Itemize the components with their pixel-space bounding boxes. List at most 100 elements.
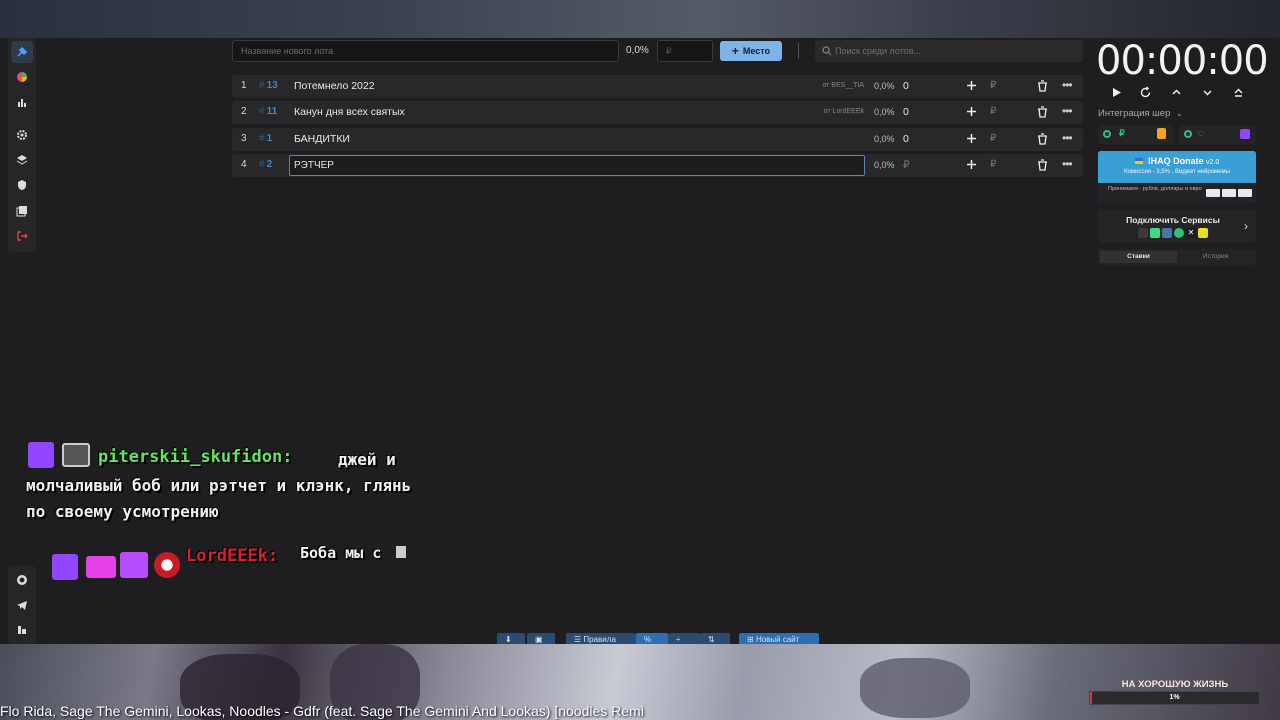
ihaq-title: IHAQ Donate	[1148, 156, 1204, 166]
play-icon[interactable]	[1110, 86, 1123, 99]
ihaq-subtitle: Комиссия - 3,5% , Виджет нейромемы	[1124, 169, 1230, 175]
trash-icon[interactable]	[1037, 133, 1048, 145]
now-playing-text: Flo Rida, Sage The Gemini, Lookas, Noodl…	[0, 703, 644, 719]
percent-readout: 0,0%	[626, 45, 649, 56]
left-sidebar-bottom	[8, 566, 36, 644]
lot-amount-input[interactable]: ₽	[903, 159, 910, 171]
gear-icon[interactable]	[11, 124, 33, 146]
integration-toggle-twitch[interactable]: ◌	[1179, 125, 1256, 144]
layers-icon[interactable]	[11, 149, 33, 171]
timer-display: 00:00:00	[1096, 38, 1269, 84]
toolbar-divider	[798, 43, 799, 59]
x-icon: ✕	[1186, 228, 1196, 238]
collection-icon[interactable]	[11, 200, 33, 222]
chevron-down-icon: ⌄	[1176, 109, 1183, 118]
save-icon[interactable]: ▣	[527, 633, 555, 644]
umbrella-badge-icon	[154, 552, 180, 578]
lot-percent: 0,0%	[874, 107, 895, 117]
bar-chart-icon[interactable]	[11, 91, 33, 113]
lot-index: 4	[241, 159, 247, 170]
add-amount-icon[interactable]	[966, 80, 977, 91]
flag-icon	[1134, 158, 1143, 164]
trash-icon[interactable]	[1037, 80, 1048, 92]
trash-icon[interactable]	[1037, 159, 1048, 171]
double-chevron-up-icon[interactable]	[1232, 86, 1245, 99]
chevron-down-icon[interactable]	[1201, 86, 1214, 99]
twitch-icon	[1240, 129, 1250, 139]
first-badge-icon	[120, 552, 148, 578]
more-icon[interactable]: •••	[1062, 104, 1073, 118]
bottom-toolbar-left: ⬇ ▣	[497, 633, 555, 644]
github-icon[interactable]	[11, 569, 33, 591]
bottom-toolbar-middle: ☰ Правила % ÷ ⇅	[566, 633, 730, 644]
lot-name[interactable]: Потемнело 2022	[294, 80, 375, 92]
lot-name-input[interactable]: РЭТЧЕР	[289, 155, 865, 176]
lot-percent: 0,0%	[874, 160, 895, 170]
add-amount-icon[interactable]	[966, 133, 977, 144]
gem-badge-icon	[86, 556, 116, 578]
new-lot-input[interactable]: Название нового лота	[232, 40, 619, 62]
lot-id: #11	[259, 106, 278, 117]
lot-percent: 0,0%	[874, 81, 895, 91]
stream-background-top	[0, 0, 1280, 38]
mastercard-icon	[1238, 189, 1252, 197]
trash-icon[interactable]	[1037, 106, 1048, 118]
chat-message: Боба мы с	[300, 544, 407, 562]
service-icon	[1138, 228, 1148, 238]
amount-input[interactable]: ₽	[657, 40, 713, 62]
integration-label: Интеграция шер	[1098, 108, 1171, 119]
service-icon	[1174, 228, 1184, 238]
hammer-icon[interactable]	[11, 41, 33, 63]
toggle-on-icon	[1103, 130, 1111, 138]
rules-icon: ☰	[574, 635, 584, 644]
rules-button[interactable]: ☰ Правила	[566, 633, 636, 644]
lot-row[interactable]: 3 #1 БАНДИТКИ 0,0% 0 ₽ •••	[232, 128, 1083, 151]
currency-button[interactable]: ₽	[990, 159, 996, 170]
currency-button[interactable]: ₽	[990, 106, 996, 117]
lot-row[interactable]: 2 #11 Канун дня всех святых от LordEEEk …	[232, 101, 1083, 124]
integration-toggle-donationalerts[interactable]: ₽	[1098, 125, 1174, 144]
search-icon	[822, 46, 832, 56]
currency-button[interactable]: ₽	[990, 133, 996, 144]
ihaq-donate-banner[interactable]: IHAQ Donate v2.0 Комиссия - 3,5% , Видже…	[1098, 151, 1256, 203]
goal-title: НА ХОРОШУЮ ЖИЗНЬ	[1121, 679, 1229, 690]
more-icon[interactable]: •••	[1062, 78, 1073, 92]
percent-button[interactable]: %	[636, 633, 668, 644]
new-site-button[interactable]: ⊞ Новый сайт	[739, 633, 819, 644]
donate-icon[interactable]	[11, 619, 33, 641]
search-input[interactable]: Поиск среди лотов...	[815, 40, 1083, 62]
pie-chart-icon[interactable]	[11, 66, 33, 88]
connect-services-button[interactable]: Подключить Сервисы ✕ ›	[1098, 209, 1256, 243]
tab-bets[interactable]: Ставки	[1100, 251, 1177, 263]
lot-name[interactable]: БАНДИТКИ	[294, 133, 350, 145]
download-icon[interactable]: ⬇	[497, 633, 525, 644]
telegram-icon[interactable]	[11, 594, 33, 616]
lot-amount: 0	[903, 133, 909, 145]
visa-icon	[1206, 189, 1220, 197]
chat-message: джей и молчаливый боб или рэтчет и клэнк…	[26, 450, 412, 521]
lot-author: от LordEEEk	[823, 108, 864, 115]
tab-history[interactable]: История	[1177, 251, 1254, 263]
lot-name[interactable]: Канун дня всех святых	[294, 106, 405, 118]
add-amount-icon[interactable]	[966, 159, 977, 170]
more-icon[interactable]: •••	[1062, 131, 1073, 145]
add-place-button[interactable]: + Место	[720, 41, 782, 61]
divide-icon[interactable]: ÷	[668, 633, 700, 644]
currency-button[interactable]: ₽	[990, 80, 996, 91]
left-sidebar	[8, 38, 36, 252]
lot-row[interactable]: 4 #2 РЭТЧЕР 0,0% ₽ ₽ •••	[232, 154, 1083, 177]
logout-icon[interactable]	[11, 225, 33, 247]
lot-row[interactable]: 1 #13 Потемнело 2022 от BES__TIA 0,0% 0 …	[232, 75, 1083, 98]
sort-icon[interactable]: ⇅	[700, 633, 730, 644]
lot-amount: 0	[903, 80, 909, 92]
chevron-up-icon[interactable]	[1170, 86, 1183, 99]
service-icon	[1198, 228, 1208, 238]
shield-icon[interactable]	[11, 174, 33, 196]
bottom-toolbar-right: ⊞ Новый сайт	[739, 633, 819, 644]
more-icon[interactable]: •••	[1062, 157, 1073, 171]
lot-id: #1	[259, 133, 273, 144]
reset-icon[interactable]	[1139, 86, 1152, 99]
cursor-block	[396, 546, 407, 558]
add-amount-icon[interactable]	[966, 106, 977, 117]
integration-dropdown[interactable]: Интеграция шер ⌄	[1098, 108, 1183, 119]
